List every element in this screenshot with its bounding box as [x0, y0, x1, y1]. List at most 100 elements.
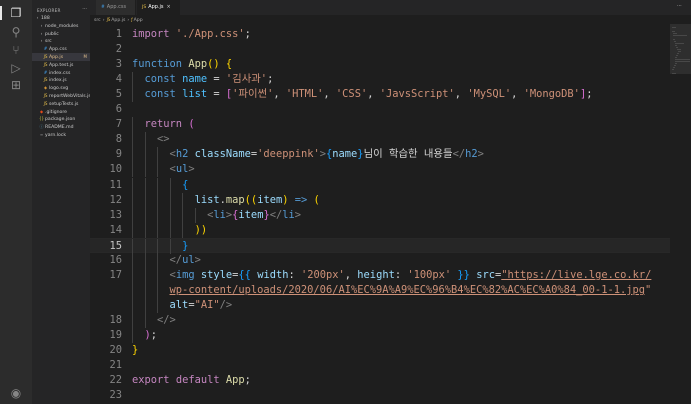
tree-item[interactable]: JS setupTests.js [32, 100, 90, 108]
tree-item[interactable]: ◆ .gitignore [32, 108, 90, 116]
tree-item[interactable]: ≡ yarn.lock [32, 131, 90, 139]
indent-guide [132, 147, 133, 163]
tree-item[interactable]: # index.css [32, 69, 90, 77]
indent-guide [157, 177, 159, 193]
tree-item[interactable]: › 188 [32, 14, 90, 22]
code-line[interactable]: 12 list.map((item) => ( [90, 192, 670, 208]
code-token: h2 [465, 148, 478, 161]
tree-item[interactable]: › node_modules [32, 22, 90, 30]
run-debug-icon[interactable]: ▷ [8, 61, 24, 75]
minimap-line [673, 39, 675, 40]
code-line[interactable]: 13 <li>{item}</li> [90, 207, 670, 223]
indent-guide [157, 222, 159, 238]
tree-item[interactable]: {}package.json [32, 115, 90, 123]
line-number: 3 [115, 58, 122, 71]
indent-guide [182, 222, 184, 238]
code-token: height [357, 268, 395, 281]
tab-app-css[interactable]: # App.css [96, 0, 136, 15]
tree-item-label: index.css [49, 70, 71, 76]
tree-item-label: 188 [41, 16, 50, 21]
code-line[interactable]: 14)) [90, 222, 670, 238]
code-token: 'HTML' [285, 88, 324, 101]
code-line[interactable]: 22 export default App; [90, 373, 670, 388]
breadcrumb-item-symbol[interactable]: App [134, 18, 143, 23]
code-line[interactable]: 11 { [90, 177, 670, 193]
indent-guide [144, 282, 146, 298]
code-editor[interactable]: 1 import './App.css'; 2 3 function App() {4 c… [90, 24, 670, 404]
js-icon: JS [43, 53, 48, 59]
code-line[interactable]: 8 <> [90, 132, 670, 148]
files-icon[interactable]: ❐ [8, 6, 24, 20]
code-line[interactable]: 2 [90, 42, 670, 57]
more-actions-icon[interactable]: ··· [82, 6, 87, 14]
indent-guide [132, 328, 133, 343]
code-line[interactable]: 9 <h2 className='deeppink'>{name}님이 학습한 내… [90, 147, 670, 163]
minimap[interactable] [670, 24, 691, 404]
close-icon[interactable]: × [167, 4, 171, 10]
code-token: , [344, 268, 358, 281]
tree-item[interactable]: › src [32, 37, 90, 45]
tree-item[interactable]: JS App.test.js [32, 61, 90, 69]
code-token: li [282, 208, 295, 221]
tree-item[interactable]: ⓘ README.md [32, 123, 90, 131]
code-token: name [332, 148, 358, 161]
tree-item[interactable]: JS reportWebVitals.js [32, 92, 90, 100]
code-line[interactable]: 23 [90, 388, 670, 403]
breadcrumb-item-file[interactable]: App.js [111, 18, 125, 23]
code-token: 'JavsScript' [379, 88, 455, 101]
code-token: </> [157, 313, 176, 326]
code-content: { [182, 178, 188, 193]
tree-item[interactable]: JS App.js M [32, 52, 90, 61]
code-line[interactable]: 21 [90, 358, 670, 373]
indent-guide [132, 312, 133, 328]
search-icon[interactable]: ⚲ [8, 25, 24, 39]
code-line[interactable]: 7 return ( [90, 117, 670, 133]
code-token: '200px' [300, 268, 345, 281]
code-token: src [476, 268, 495, 281]
code-content: <img style={{ width: '200px', height: '1… [170, 268, 652, 283]
tree-item[interactable]: # App.css [32, 45, 90, 53]
account-icon[interactable]: ◉ [8, 386, 24, 400]
code-line[interactable]: 4 const name = '김사과'; [90, 72, 670, 88]
code-content: <> [157, 132, 170, 147]
extensions-icon[interactable]: ⊞ [8, 78, 24, 92]
code-token: map [225, 193, 245, 206]
code-token: )) [194, 223, 208, 236]
code-line[interactable]: wp-content/uploads/2020/06/AI%EC%9A%A9%E… [90, 282, 670, 298]
code-line[interactable]: 5 const list = ['파이썬', 'HTML', 'CSS', 'Ja… [90, 87, 670, 103]
js-file-icon: JS [142, 5, 147, 10]
indent-guide [144, 238, 146, 254]
code-line[interactable]: 10 <ul> [90, 162, 670, 178]
code-content: export default App; [132, 373, 251, 388]
code-content: } [132, 343, 138, 358]
tree-item[interactable]: JS index.js [32, 76, 90, 84]
code-line[interactable]: 18 </> [90, 312, 670, 328]
code-line[interactable]: 3 function App() { [90, 57, 670, 72]
code-line[interactable]: 20} [90, 343, 670, 358]
code-line[interactable]: 15} [90, 237, 670, 254]
tree-item-label: App.css [49, 47, 67, 53]
tab-label: App.js [148, 4, 164, 10]
code-line[interactable]: 19); [90, 328, 670, 343]
minimap-line [677, 49, 681, 50]
breadcrumb-item-src[interactable]: src [94, 18, 101, 23]
breadcrumb: src › JSApp.js › ƒApp [94, 16, 143, 24]
tree-item[interactable]: ◈ logo.svg [32, 84, 90, 92]
minimap-line [672, 31, 676, 32]
tree-item[interactable]: › public [32, 30, 90, 38]
code-line[interactable]: 6 [90, 102, 670, 117]
source-control-icon[interactable]: ⑂ [8, 43, 24, 57]
editor-actions-icon[interactable]: ⋯ [677, 3, 685, 9]
tab-app-js[interactable]: JS App.js × [137, 0, 180, 15]
code-line[interactable]: 1 import './App.css'; [90, 27, 670, 42]
indent-guide [157, 297, 159, 313]
code-line[interactable]: alt="AI"/> [90, 297, 670, 313]
code-token: ul [175, 163, 189, 176]
minimap-line [675, 57, 677, 58]
code-line[interactable]: 17 <img style={{ width: '200px', height: … [90, 267, 670, 283]
indent-guide [132, 207, 133, 223]
code-token: > [294, 208, 302, 221]
code-line[interactable]: 16 </ul> [90, 252, 670, 268]
function-icon: ƒ [131, 17, 133, 22]
indent-guide [157, 282, 159, 298]
